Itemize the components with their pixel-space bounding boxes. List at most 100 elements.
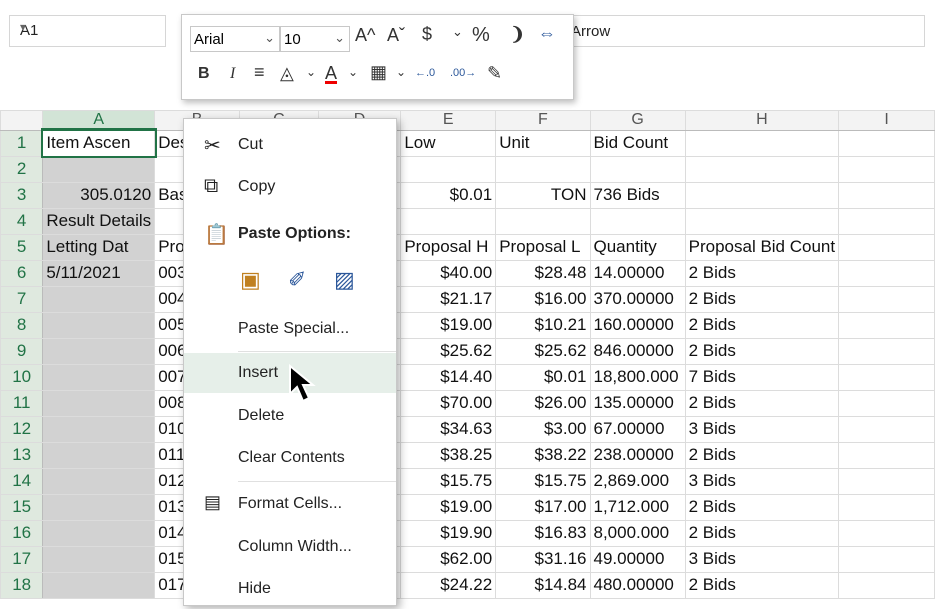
cell-g[interactable]: 370.00000 [589,285,686,313]
cell-e[interactable]: $19.90 [400,519,497,547]
row-header[interactable]: 18 [0,571,44,599]
cell-g[interactable]: 49.00000 [589,545,686,573]
borders-icon[interactable]: ▦ [370,62,387,83]
column-header[interactable]: E [400,110,497,131]
cell-g[interactable]: 846.00000 [589,337,686,365]
cell-a[interactable] [42,415,156,443]
cell-f[interactable] [495,207,591,235]
cell-i[interactable] [838,337,935,365]
paste-formulas-icon[interactable]: ✐ [288,267,306,293]
row-header[interactable]: 10 [0,363,44,391]
cell-h[interactable]: 2 Bids [684,311,840,339]
cell-a[interactable]: Item Ascen [40,128,157,158]
cell-g[interactable]: 160.00000 [589,311,686,339]
column-header[interactable]: I [838,110,935,131]
cell-i[interactable] [838,129,935,157]
cell-f[interactable]: $3.00 [495,415,591,443]
cell-i[interactable] [838,285,935,313]
cell-a[interactable] [42,337,156,365]
row-header[interactable]: 11 [0,389,44,417]
cell-a[interactable] [42,285,156,313]
row-header[interactable]: 1 [0,129,44,157]
menu-item-clear-contents[interactable]: Clear Contents [184,438,396,478]
row-header[interactable]: 5 [0,233,44,261]
cell-h[interactable]: 7 Bids [684,363,840,391]
cell-e[interactable]: $34.63 [400,415,497,443]
cell-g[interactable]: 135.00000 [589,389,686,417]
cell-i[interactable] [838,415,935,443]
menu-item-cut[interactable]: ✂ Cut [184,125,396,165]
cell-e[interactable]: $21.17 [400,285,497,313]
cell-g[interactable]: Quantity [589,233,686,261]
column-header[interactable]: A [42,110,156,131]
cell-e[interactable]: $38.25 [400,441,497,469]
cell-f[interactable]: $28.48 [495,259,591,287]
cell-f[interactable]: $10.21 [495,311,591,339]
format-painter-icon[interactable]: ✎ [487,63,502,84]
column-header[interactable]: H [684,110,840,131]
cell-i[interactable] [838,259,935,287]
row-header[interactable]: 2 [0,155,44,183]
chevron-down-icon[interactable]: ⌄ [452,24,463,40]
column-header[interactable]: G [589,110,686,131]
paste-picture-icon[interactable]: ▨ [334,267,355,293]
chevron-down-icon[interactable]: ⌄ [396,65,406,79]
cell-i[interactable] [838,363,935,391]
cell-a[interactable] [42,155,156,183]
cell-e[interactable]: $14.40 [400,363,497,391]
cell-g[interactable]: 2,869.000 [589,467,686,495]
cell-g[interactable]: 8,000.000 [589,519,686,547]
cell-h[interactable]: 2 Bids [684,441,840,469]
row-header[interactable]: 9 [0,337,44,365]
cell-i[interactable] [838,233,935,261]
cell-a[interactable] [42,389,156,417]
cell-e[interactable]: $0.01 [400,181,497,209]
merge-center-icon[interactable]: ⇔ [538,23,556,44]
cell-e[interactable]: $40.00 [400,259,497,287]
cell-h[interactable]: 2 Bids [684,285,840,313]
cell-a[interactable] [42,467,156,495]
menu-item-format-cells[interactable]: ▤ Format Cells... [184,484,396,524]
cell-e[interactable] [400,155,497,183]
cell-h[interactable]: 2 Bids [684,519,840,547]
cell-i[interactable] [838,207,935,235]
cell-f[interactable]: $16.83 [495,519,591,547]
font-name-select[interactable]: Arial ⌄ [190,26,280,52]
chevron-down-icon[interactable]: ⌄ [306,65,316,79]
name-box[interactable]: A1 ▾ [9,15,166,47]
cell-f[interactable]: $26.00 [495,389,591,417]
align-center-icon[interactable]: ≡ [254,62,265,83]
fill-color-icon[interactable]: ◬ [280,63,294,84]
cell-e[interactable]: $15.75 [400,467,497,495]
cell-i[interactable] [838,467,935,495]
cell-i[interactable] [838,545,935,573]
cell-a[interactable]: Result Details [42,207,156,235]
decrease-decimal-icon[interactable]: .00→ [450,67,476,79]
cell-i[interactable] [838,571,935,599]
column-header[interactable]: F [495,110,591,131]
cell-h[interactable] [684,207,840,235]
cell-e[interactable]: $24.22 [400,571,497,599]
cell-f[interactable]: Proposal L [495,233,591,261]
cell-g[interactable]: 1,712.000 [589,493,686,521]
cell-h[interactable]: Proposal Bid Count [684,233,840,261]
cell-h[interactable] [684,129,840,157]
cell-a[interactable] [42,571,156,599]
chevron-down-icon[interactable]: ▾ [20,20,157,34]
cell-e[interactable]: Proposal H [400,233,497,261]
cell-a[interactable]: 5/11/2021 [42,259,156,287]
cell-f[interactable]: $38.22 [495,441,591,469]
increase-decimal-icon[interactable]: ←.0 [415,67,435,79]
menu-item-hide[interactable]: Hide [184,569,396,609]
cell-a[interactable]: Letting Dat [42,233,156,261]
cell-g[interactable] [589,207,686,235]
menu-item-copy[interactable]: ⧉ Copy [184,167,396,207]
bold-icon[interactable]: B [198,65,210,83]
row-header[interactable]: 8 [0,311,44,339]
cell-f[interactable] [495,155,591,183]
row-header[interactable]: 12 [0,415,44,443]
cell-a[interactable] [42,493,156,521]
row-header[interactable]: 7 [0,285,44,313]
cell-i[interactable] [838,311,935,339]
cell-g[interactable]: Bid Count [589,129,686,157]
